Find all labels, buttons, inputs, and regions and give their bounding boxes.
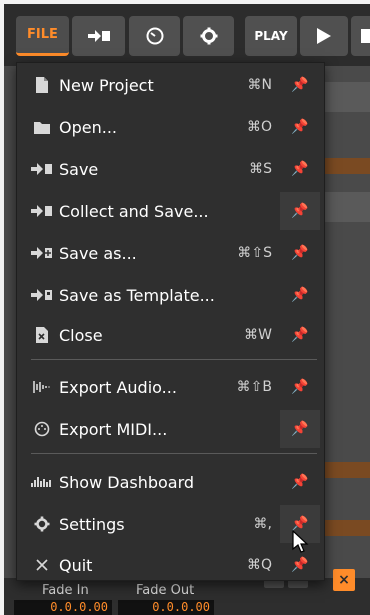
menu-item-quit[interactable]: Quit ⌘Q 📌 — [17, 545, 324, 585]
pin-icon[interactable]: 📌 — [280, 192, 320, 230]
midi-icon — [31, 419, 53, 439]
menu-item-export-audio[interactable]: Export Audio... ⌘⇧B 📌 — [17, 367, 324, 407]
menu-item-close[interactable]: Close ⌘W 📌 — [17, 315, 324, 355]
shortcut-label: ⌘⇧B — [236, 379, 272, 395]
menu-item-open[interactable]: Open... ⌘O 📌 — [17, 107, 324, 147]
app-window: FILE PLAY × Fade In Fade Out 0.0.0.00 0.… — [0, 0, 370, 615]
menu-item-save[interactable]: Save ⌘S 📌 — [17, 149, 324, 189]
clip-strip — [320, 520, 370, 536]
settings-toolbar-button[interactable] — [183, 16, 234, 56]
save-as-icon — [31, 243, 53, 263]
shortcut-label: ⌘O — [246, 119, 272, 135]
shortcut-label: ⌘Q — [246, 557, 272, 573]
shortcut-label: ⌘N — [247, 77, 272, 93]
folder-icon — [31, 117, 53, 137]
play-mode-button[interactable]: PLAY — [245, 16, 297, 56]
delete-button[interactable]: × — [333, 569, 355, 591]
top-toolbar: FILE PLAY — [4, 4, 370, 66]
waveform-icon — [31, 377, 53, 397]
menu-item-label: Open... — [59, 117, 117, 137]
menu-item-label: Close — [59, 325, 103, 345]
menu-item-label: Quit — [59, 555, 93, 575]
pin-icon[interactable]: 📌 — [280, 108, 320, 146]
pin-icon[interactable]: 📌 — [280, 234, 320, 272]
fade-out-label: Fade Out — [136, 583, 195, 598]
menu-item-new-project[interactable]: New Project ⌘N 📌 — [17, 65, 324, 105]
menu-item-label: Show Dashboard — [59, 472, 195, 492]
menu-item-label: Save as... — [59, 243, 137, 263]
x-icon — [31, 555, 53, 575]
shortcut-label: ⌘W — [244, 327, 272, 343]
track-header — [320, 82, 370, 112]
gear-icon — [200, 27, 217, 45]
menu-item-save-as-template[interactable]: Save as Template... 📌 — [17, 275, 324, 315]
pin-icon[interactable]: 📌 — [280, 66, 320, 104]
shortcut-label: ⌘⇧S — [237, 245, 272, 261]
mouse-cursor-icon — [292, 530, 309, 553]
clip-strip — [320, 462, 370, 478]
pin-icon[interactable]: 📌 — [280, 316, 320, 354]
menu-item-label: Export Audio... — [59, 377, 177, 397]
dashboard-icon — [31, 472, 53, 492]
shortcut-label: ⌘, — [253, 516, 272, 532]
menu-item-label: Export MIDI... — [59, 419, 168, 439]
shortcut-label: ⌘S — [249, 161, 272, 177]
play-icon — [317, 28, 331, 44]
save-toolbar-button[interactable] — [72, 16, 125, 56]
pin-icon[interactable]: 📌 — [280, 463, 320, 501]
menu-item-label: New Project — [59, 75, 154, 95]
clip-strip — [320, 158, 370, 174]
menu-item-label: Save as Template... — [59, 285, 215, 305]
fade-in-field[interactable]: 0.0.0.00 — [14, 600, 112, 615]
track-header — [320, 192, 370, 222]
menu-item-settings[interactable]: Settings ⌘, 📌 — [17, 504, 324, 544]
menu-item-show-dashboard[interactable]: Show Dashboard 📌 — [17, 462, 324, 502]
save-icon — [87, 30, 110, 42]
pin-icon[interactable]: 📌 — [280, 150, 320, 188]
close-file-icon — [31, 325, 53, 345]
menu-item-label: Save — [59, 159, 99, 179]
pin-icon[interactable]: 📌 — [280, 368, 320, 406]
stop-icon — [361, 29, 370, 43]
menu-separator — [31, 359, 317, 360]
meter-icon — [146, 27, 163, 45]
pin-icon[interactable]: 📌 — [280, 410, 320, 448]
menu-separator — [31, 453, 317, 454]
new-file-icon — [31, 75, 53, 95]
menu-item-collect-and-save[interactable]: Collect and Save... 📌 — [17, 191, 324, 231]
stop-button[interactable] — [351, 16, 370, 56]
save-icon — [31, 159, 53, 179]
fade-in-label: Fade In — [42, 583, 89, 598]
file-menu-button[interactable]: FILE — [16, 16, 69, 56]
menu-item-save-as[interactable]: Save as... ⌘⇧S 📌 — [17, 233, 324, 273]
pin-icon[interactable]: 📌 — [280, 276, 320, 314]
save-template-icon — [31, 285, 53, 305]
fade-out-field[interactable]: 0.0.0.00 — [118, 600, 214, 615]
file-menu: New Project ⌘N 📌 Open... ⌘O 📌 Save ⌘S 📌 … — [16, 62, 325, 581]
gear-icon — [31, 514, 53, 534]
meter-toolbar-button[interactable] — [129, 16, 180, 56]
menu-item-label: Collect and Save... — [59, 201, 209, 221]
play-button[interactable] — [300, 16, 348, 56]
collect-save-icon — [31, 201, 53, 221]
menu-item-label: Settings — [59, 514, 125, 534]
menu-item-export-midi[interactable]: Export MIDI... 📌 — [17, 409, 324, 449]
